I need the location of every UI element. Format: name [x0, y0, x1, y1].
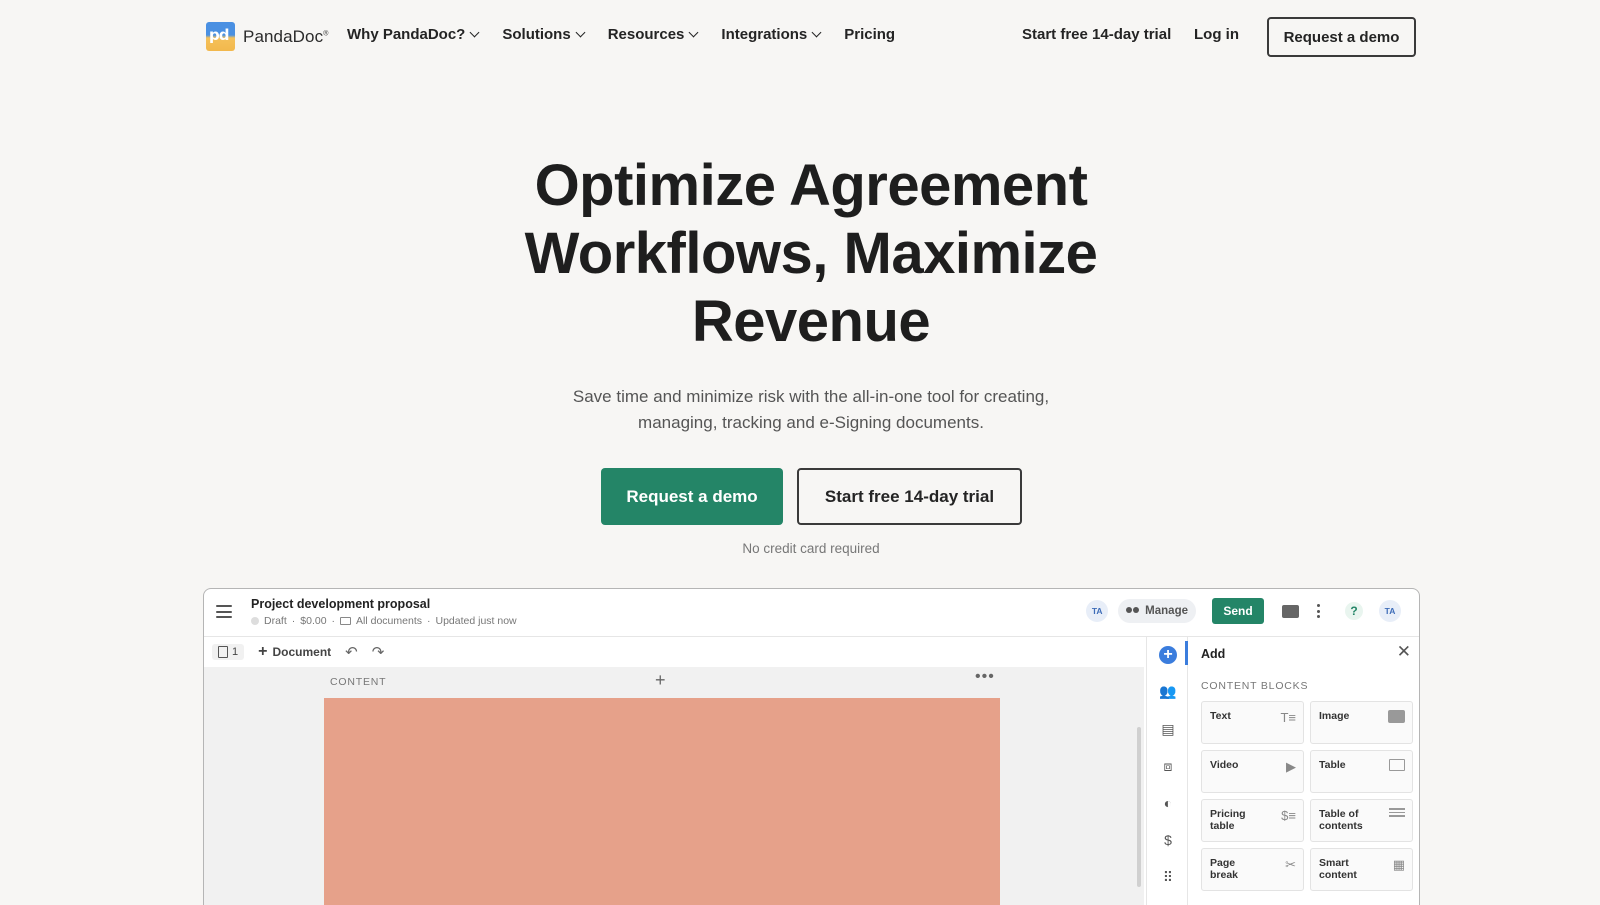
panel-title: Add	[1201, 647, 1226, 661]
redo-icon[interactable]: ↷	[372, 643, 385, 661]
no-credit-card-note: No credit card required	[742, 541, 880, 556]
nav-login-link[interactable]: Log in	[1194, 26, 1239, 43]
block-image[interactable]: Image	[1310, 701, 1413, 744]
folder-link[interactable]: All documents	[356, 615, 422, 627]
logo-mark-icon: pd	[206, 22, 235, 51]
block-table-of-contents[interactable]: Table of contents	[1310, 799, 1413, 842]
block-pricing-table[interactable]: Pricing table $≡	[1201, 799, 1304, 842]
main-menu: Why PandaDoc? Solutions Resources Integr…	[347, 26, 895, 43]
manage-button[interactable]: Manage	[1118, 599, 1196, 623]
hero-start-trial-button[interactable]: Start free 14-day trial	[797, 468, 1022, 525]
block-video[interactable]: Video ▶	[1201, 750, 1304, 793]
menu-integrations[interactable]: Integrations	[721, 26, 822, 43]
document-canvas: CONTENT + •••	[204, 667, 1144, 905]
recipients-icon[interactable]: 👥	[1158, 681, 1178, 701]
apps-grid-icon[interactable]: ⠿	[1158, 867, 1178, 887]
menu-pricing[interactable]: Pricing	[844, 26, 895, 43]
hero-subtitle: Save time and minimize risk with the all…	[572, 387, 1050, 432]
content-blocks-label: CONTENT BLOCKS	[1201, 680, 1309, 692]
chevron-down-icon	[469, 27, 480, 38]
chevron-down-icon	[575, 27, 586, 38]
video-icon: ▶	[1286, 759, 1296, 774]
image-icon	[1388, 710, 1405, 723]
side-rail: + 👥 ▤ ⧈ ◐ $ ⠿	[1146, 637, 1188, 905]
block-smart-content[interactable]: Smart content ▦	[1310, 848, 1413, 891]
add-plus-icon[interactable]: +	[1159, 646, 1177, 664]
content-blocks-grid: Text T≡ Image Video ▶ Table Pricing table $…	[1201, 701, 1413, 891]
section-more-icon[interactable]: •••	[975, 668, 995, 686]
add-panel: Add ✕ CONTENT BLOCKS Text T≡ Image Video ▶…	[1188, 637, 1419, 905]
chevron-down-icon	[811, 27, 822, 38]
embed-icon[interactable]: ⧈	[1158, 756, 1178, 776]
add-document-button[interactable]: + Document	[258, 643, 331, 661]
page-count-button[interactable]: 1	[212, 644, 245, 660]
block-table[interactable]: Table	[1310, 750, 1413, 793]
app-header: Project development proposal Draft · $0.…	[204, 589, 1419, 637]
logo-wordmark: PandaDoc®	[243, 26, 329, 46]
text-icon: T≡	[1280, 710, 1296, 725]
content-section-label: CONTENT	[330, 676, 387, 688]
document-meta: Draft · $0.00 · All documents · Updated …	[251, 615, 517, 627]
fields-icon[interactable]: ▤	[1158, 719, 1178, 739]
help-icon[interactable]: ?	[1345, 602, 1363, 620]
send-button[interactable]: Send	[1212, 598, 1264, 624]
hamburger-menu-icon[interactable]	[216, 605, 232, 618]
editor-toolbar: 1 + Document ↶ ↷	[204, 637, 1144, 667]
chevron-down-icon	[688, 27, 699, 38]
table-icon	[1389, 759, 1405, 771]
folder-icon	[340, 617, 352, 625]
pricing-icon: $≡	[1281, 808, 1296, 823]
block-page-break[interactable]: Page break ✂	[1201, 848, 1304, 891]
hero-title: Optimize Agreement Workflows, Maximize R…	[524, 153, 1098, 354]
pandadoc-logo[interactable]: pd PandaDoc®	[206, 22, 328, 51]
smart-icon: ▦	[1392, 857, 1405, 872]
pages-icon	[218, 646, 228, 658]
people-icon	[1126, 606, 1140, 616]
avatar[interactable]: TA	[1086, 600, 1109, 622]
toc-icon	[1389, 808, 1405, 817]
more-options-icon[interactable]	[1317, 604, 1321, 618]
nav-trial-link[interactable]: Start free 14-day trial	[1022, 26, 1171, 43]
menu-why-pandadoc[interactable]: Why PandaDoc?	[347, 26, 480, 43]
hero-request-demo-button[interactable]: Request a demo	[601, 468, 783, 525]
close-icon[interactable]: ✕	[1397, 642, 1411, 662]
dollar-icon[interactable]: $	[1158, 830, 1178, 850]
menu-resources[interactable]: Resources	[608, 26, 699, 43]
add-block-plus-icon[interactable]: +	[655, 670, 666, 691]
scissors-icon: ✂	[1285, 857, 1296, 872]
plus-icon: +	[258, 643, 268, 660]
palette-icon[interactable]: ◐	[1158, 793, 1178, 813]
updated-label: Updated just now	[435, 615, 517, 627]
chat-icon[interactable]	[1282, 604, 1299, 618]
canvas-scrollbar[interactable]	[1137, 727, 1141, 887]
status-dot-icon	[251, 617, 259, 625]
block-text[interactable]: Text T≡	[1201, 701, 1304, 744]
status-label: Draft	[264, 615, 287, 627]
app-preview: Project development proposal Draft · $0.…	[203, 588, 1420, 905]
cover-image-block[interactable]	[324, 698, 1000, 905]
undo-icon[interactable]: ↶	[345, 643, 358, 661]
top-nav: pd PandaDoc® Why PandaDoc? Solutions Res…	[0, 0, 1600, 74]
document-amount: $0.00	[300, 615, 327, 627]
header-actions: TA Manage Send ? TA	[1086, 598, 1401, 624]
menu-solutions[interactable]: Solutions	[502, 26, 586, 43]
nav-request-demo-button[interactable]: Request a demo	[1267, 17, 1416, 57]
document-title: Project development proposal	[251, 597, 431, 611]
user-avatar[interactable]: TA	[1379, 600, 1401, 622]
